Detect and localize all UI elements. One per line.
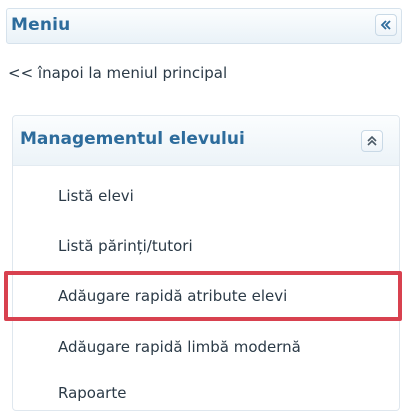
collapse-menu-button[interactable] (375, 14, 397, 36)
highlight-frame (4, 271, 402, 321)
section-title: Managementul elevului (20, 129, 245, 149)
section-header[interactable]: Managementul elevului (13, 116, 399, 166)
menu-item-reports[interactable]: Rapoarte (58, 384, 126, 402)
student-management-section: Managementul elevului (12, 115, 400, 411)
back-to-main-menu-link[interactable]: << înapoi la meniul principal (8, 64, 227, 82)
menu-header: Meniu (6, 8, 402, 44)
double-chevron-up-icon (367, 135, 377, 146)
menu-item-parents-list[interactable]: Listă părinți/tutori (58, 237, 193, 255)
menu-title: Meniu (11, 15, 71, 35)
collapse-section-button[interactable] (361, 130, 383, 152)
side-menu-panel: Meniu << înapoi la meniul principal Mana… (0, 0, 409, 417)
double-chevron-left-icon (380, 20, 391, 30)
menu-item-student-list[interactable]: Listă elevi (58, 187, 134, 205)
menu-item-quick-add-modern-language[interactable]: Adăugare rapidă limbă modernă (58, 338, 301, 356)
